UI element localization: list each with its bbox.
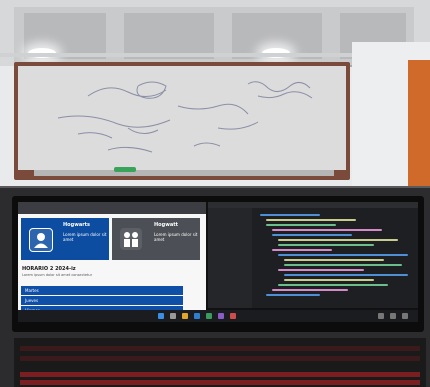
code-line (272, 229, 382, 231)
code-line (278, 244, 374, 246)
card-text: Lorem ipsum dolor sit amet (63, 232, 107, 242)
folder-icon[interactable] (182, 313, 188, 319)
editor-icon[interactable] (218, 313, 224, 319)
tray-icon (378, 313, 384, 319)
code-line (278, 254, 408, 256)
accordion-item[interactable]: Martes (21, 286, 183, 295)
app-icon[interactable] (206, 313, 212, 319)
card-text: Lorem ipsum dolor sit amet (154, 232, 198, 242)
code-line (278, 284, 388, 286)
code-line (260, 214, 320, 216)
code-line (266, 294, 320, 296)
marker (114, 167, 136, 172)
taskbar (18, 310, 418, 322)
laptop-screen: Hogwarts Lorem ipsum dolor sit amet Hogw… (18, 202, 418, 322)
code-line (272, 289, 348, 291)
photo-scene: Hogwarts Lorem ipsum dolor sit amet Hogw… (0, 0, 430, 387)
card-title: Hogwarts (63, 222, 91, 228)
browser-toolbar (18, 202, 206, 214)
key-row (20, 356, 420, 361)
start-icon[interactable] (158, 313, 164, 319)
people-icon (29, 228, 53, 252)
code-line (278, 239, 398, 241)
code-line (272, 234, 352, 236)
code-line (284, 264, 402, 266)
code-line (284, 279, 374, 281)
file-explorer (208, 208, 252, 308)
app-icon[interactable] (230, 313, 236, 319)
key-row-backlit (20, 372, 420, 377)
whiteboard-surface (18, 66, 346, 170)
key-row (20, 346, 420, 351)
code-line (266, 224, 336, 226)
code-line (284, 274, 408, 276)
tray-icon (402, 313, 408, 319)
browser-icon[interactable] (194, 313, 200, 319)
orange-wall-panel (408, 60, 430, 202)
key-row-backlit (20, 380, 420, 385)
course-card-2[interactable]: Hogwatt Lorem ipsum dolor sit amet (112, 218, 200, 260)
laptop: Hogwarts Lorem ipsum dolor sit amet Hogw… (12, 196, 424, 332)
code-editor (208, 202, 418, 308)
accordion-item[interactable]: Jueves (21, 296, 183, 305)
section-title: HORARIO 2 2024-iz (22, 266, 76, 272)
card-title: Hogwatt (154, 222, 178, 228)
code-area (256, 210, 416, 306)
code-line (284, 259, 384, 261)
search-icon[interactable] (170, 313, 176, 319)
tray-icon (390, 313, 396, 319)
section-subtitle: Lorem ipsum dolor sit amet consectetur (22, 273, 93, 277)
whiteboard-tray (34, 170, 334, 176)
code-line (266, 219, 356, 221)
keyboard (14, 338, 426, 387)
browser-window: Hogwarts Lorem ipsum dolor sit amet Hogw… (18, 202, 206, 318)
code-line (278, 269, 364, 271)
code-line (272, 249, 332, 251)
whiteboard-scribbles (57, 81, 313, 153)
course-card-1[interactable]: Hogwarts Lorem ipsum dolor sit amet (21, 218, 109, 260)
group-icon (120, 228, 142, 250)
whiteboard (14, 62, 350, 180)
